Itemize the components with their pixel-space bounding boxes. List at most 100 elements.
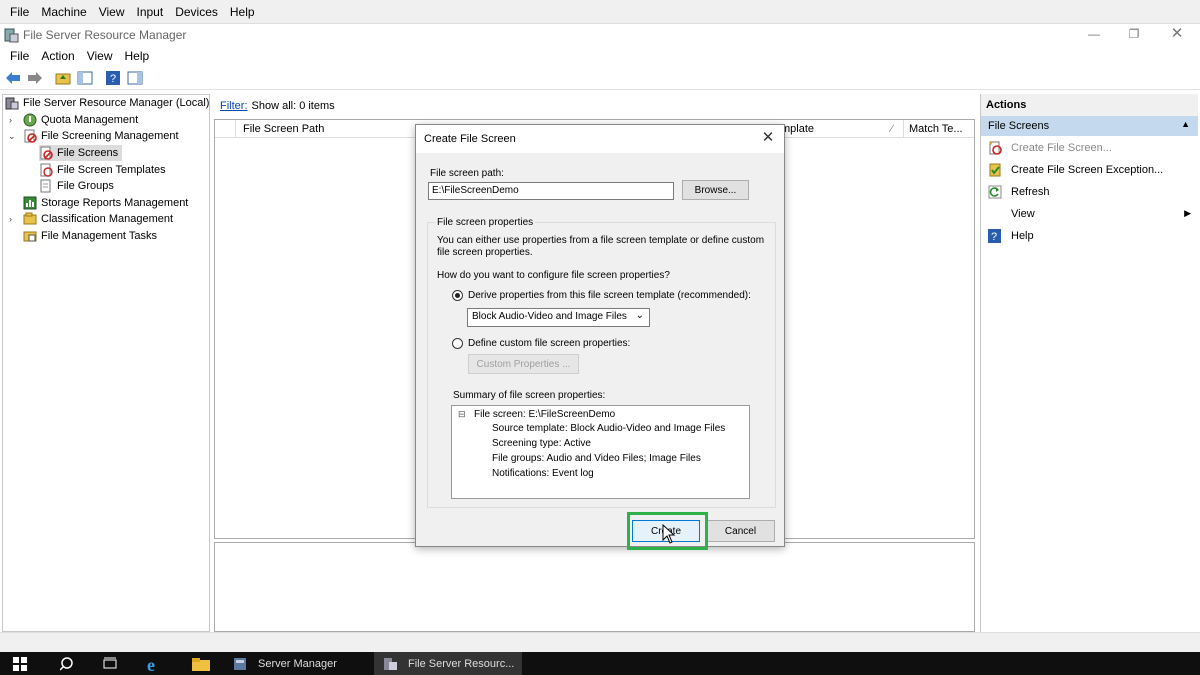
radio-derive-template-label[interactable]: Derive properties from this file screen … <box>468 290 751 301</box>
app-menu-bar: File Action View Help <box>0 46 1200 66</box>
properties-description: You can either use properties from a fil… <box>437 235 765 258</box>
close-window-button[interactable]: ✕ <box>1155 24 1199 46</box>
internet-explorer-icon[interactable]: e <box>146 652 166 675</box>
column-match-templates[interactable]: Match Te... <box>909 123 963 135</box>
radio-custom-properties-label[interactable]: Define custom file screen properties: <box>468 338 630 349</box>
tree-item-root[interactable]: File Server Resource Manager (Local) <box>5 95 209 111</box>
show-hide-tree-icon[interactable] <box>76 69 94 87</box>
properties-group-label: File screen properties <box>435 217 536 228</box>
status-bar <box>0 632 1200 652</box>
tree-item-file-groups[interactable]: File Groups <box>39 178 114 194</box>
file-explorer-icon[interactable] <box>191 652 211 675</box>
file-management-tasks-icon <box>23 231 37 242</box>
restore-button[interactable]: ❐ <box>1112 24 1156 46</box>
help-icon: ? <box>988 229 1001 243</box>
console-tree: File Server Resource Manager (Local) › Q… <box>2 94 210 632</box>
file-groups-icon <box>40 179 51 193</box>
host-menu-help[interactable]: Help <box>224 5 261 19</box>
tree-item-classification[interactable]: Classification Management <box>23 211 173 227</box>
menu-file[interactable]: File <box>4 49 35 63</box>
template-select[interactable]: Block Audio-Video and Image Files ⌄ <box>467 308 650 327</box>
cancel-button[interactable]: Cancel <box>706 520 775 542</box>
back-arrow-icon[interactable] <box>4 69 22 87</box>
summary-root: File screen: E:\FileScreenDemo <box>474 409 616 420</box>
column-sort-icon: ⁄ <box>891 123 893 135</box>
svg-text:?: ? <box>110 73 116 85</box>
radio-derive-template[interactable] <box>452 290 463 301</box>
dropdown-chevron-icon: ⌄ <box>635 310 644 321</box>
windows-start-icon[interactable] <box>12 652 32 675</box>
svg-text:e: e <box>147 655 155 673</box>
up-folder-icon[interactable] <box>54 69 72 87</box>
collapse-section-icon[interactable]: ▲ <box>1181 119 1190 129</box>
expand-classification-icon[interactable]: › <box>9 214 12 224</box>
classification-icon <box>23 212 37 225</box>
server-manager-icon <box>234 657 246 670</box>
actions-pane: Actions File Screens ▲ Create File Scree… <box>980 94 1198 632</box>
host-menu-input[interactable]: Input <box>131 5 170 19</box>
host-menu-bar: File Machine View Input Devices Help <box>0 0 1200 24</box>
expand-quota-icon[interactable]: › <box>9 115 12 125</box>
help-icon[interactable]: ? <box>104 69 122 87</box>
summary-label: Summary of file screen properties: <box>453 390 606 401</box>
action-refresh[interactable]: Refresh <box>981 181 1198 203</box>
summary-item: Source template: Block Audio-Video and I… <box>492 423 726 434</box>
minimize-button[interactable]: — <box>1072 24 1116 46</box>
path-label: File screen path: <box>430 168 504 179</box>
column-file-screen-path[interactable]: File Screen Path <box>243 123 324 135</box>
dialog-close-button[interactable]: ✕ <box>758 129 778 149</box>
menu-action[interactable]: Action <box>35 49 80 63</box>
collapse-screening-icon[interactable]: ⌄ <box>8 131 16 142</box>
host-menu-devices[interactable]: Devices <box>169 5 224 19</box>
action-create-file-screen[interactable]: Create File Screen... <box>981 137 1198 159</box>
actions-section-file-screens[interactable]: File Screens ▲ <box>981 116 1198 136</box>
dialog-title: Create File Screen <box>424 133 516 145</box>
summary-tree[interactable]: ⊟ File screen: E:\FileScreenDemo Source … <box>451 405 750 499</box>
filter-bar: Filter: Show all: 0 items <box>214 97 335 115</box>
action-help[interactable]: ? Help <box>981 225 1198 247</box>
browse-button[interactable]: Browse... <box>682 180 749 200</box>
file-screens-icon <box>40 146 53 160</box>
radio-custom-properties[interactable] <box>452 338 463 349</box>
search-icon[interactable] <box>60 652 76 675</box>
host-menu-view[interactable]: View <box>93 5 131 19</box>
fsrm-app-icon <box>4 28 19 43</box>
mouse-cursor-icon <box>662 524 676 544</box>
menu-help[interactable]: Help <box>119 49 156 63</box>
taskbar-fsrm[interactable]: File Server Resourc... <box>374 652 522 675</box>
action-view[interactable]: View ▶ <box>981 203 1198 225</box>
column-source-template[interactable]: mplate <box>781 123 814 135</box>
host-menu-file[interactable]: File <box>4 5 35 19</box>
toolbar: ? <box>0 66 1200 90</box>
tree-item-file-management-tasks[interactable]: File Management Tasks <box>23 228 157 244</box>
file-screen-path-input[interactable]: E:\FileScreenDemo <box>428 182 674 200</box>
refresh-icon <box>988 185 1002 199</box>
filter-link[interactable]: Filter: <box>220 100 248 112</box>
taskbar-server-manager[interactable]: Server Manager <box>232 652 372 675</box>
tree-item-storage-reports[interactable]: Storage Reports Management <box>23 195 188 211</box>
task-view-icon[interactable] <box>102 652 118 675</box>
tree-item-file-screens[interactable]: File Screens <box>39 145 123 161</box>
host-menu-machine[interactable]: Machine <box>35 5 92 19</box>
window-title: File Server Resource Manager <box>23 28 187 42</box>
dialog-titlebar: Create File Screen ✕ <box>416 125 784 153</box>
window-titlebar: File Server Resource Manager — ❐ ✕ <box>0 24 1200 46</box>
actions-header: Actions <box>981 94 1198 116</box>
show-hide-action-pane-icon[interactable] <box>126 69 144 87</box>
template-icon <box>40 163 53 177</box>
summary-collapse-icon[interactable]: ⊟ <box>458 409 466 420</box>
create-exception-icon <box>989 163 1001 177</box>
summary-item: Screening type: Active <box>492 438 591 449</box>
custom-properties-button[interactable]: Custom Properties ... <box>468 354 579 374</box>
server-icon <box>5 97 19 110</box>
filter-status: Show all: 0 items <box>251 100 335 112</box>
tree-item-file-screen-templates[interactable]: File Screen Templates <box>39 162 166 178</box>
taskbar: e Server Manager File Server Resourc... <box>0 652 1200 675</box>
storage-reports-icon <box>23 196 37 210</box>
menu-view[interactable]: View <box>81 49 119 63</box>
summary-item: File groups: Audio and Video Files; Imag… <box>492 453 701 464</box>
tree-item-file-screening[interactable]: File Screening Management <box>23 128 179 144</box>
tree-item-quota[interactable]: Quota Management <box>23 112 138 128</box>
forward-arrow-icon[interactable] <box>26 69 44 87</box>
action-create-file-screen-exception[interactable]: Create File Screen Exception... <box>981 159 1198 181</box>
